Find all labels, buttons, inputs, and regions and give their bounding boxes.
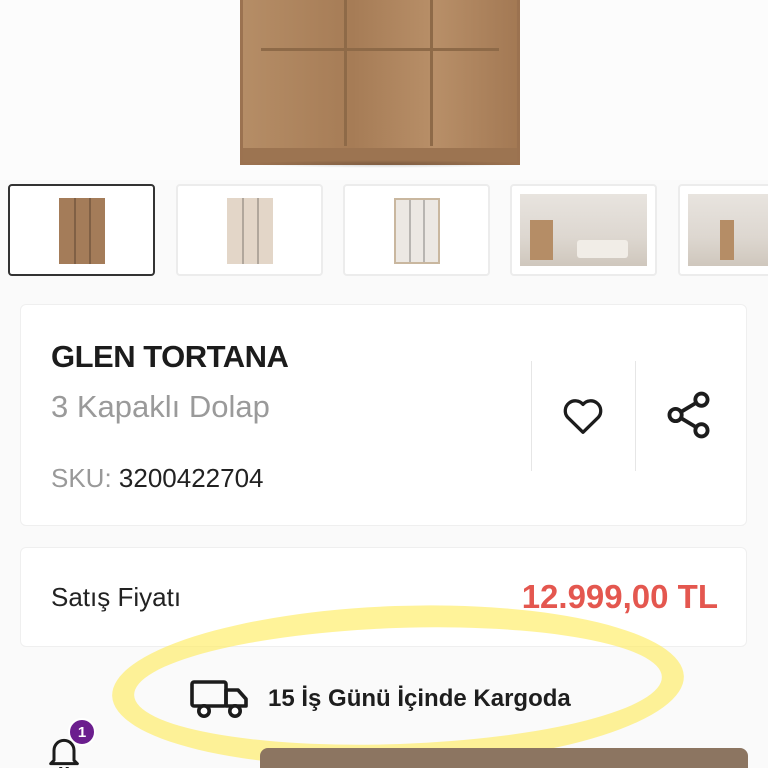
share-icon [667, 391, 710, 439]
divider [635, 361, 636, 471]
heart-icon [563, 399, 603, 434]
truck-icon [190, 680, 248, 718]
share-button[interactable] [665, 391, 713, 439]
sku-value: 3200422704 [118, 463, 264, 493]
thumbnail-4[interactable] [510, 184, 657, 276]
product-sku: SKU: 3200422704 [51, 463, 264, 494]
product-main-image[interactable] [0, 0, 768, 180]
thumbnail-1[interactable] [8, 184, 155, 276]
thumbnail-3[interactable] [343, 184, 490, 276]
shipping-info: 15 İş Günü İçinde Kargoda [190, 678, 571, 720]
thumbnail-5[interactable] [678, 184, 768, 276]
price-label: Satış Fiyatı [51, 582, 182, 612]
notification-badge: 1 [68, 718, 96, 746]
favorite-button[interactable] [559, 391, 607, 439]
shipping-text: 15 İş Günü İçinde Kargoda [268, 685, 571, 712]
price-value: 12.999,00 TL [521, 578, 718, 615]
product-info-card: GLEN TORTANA 3 Kapaklı Dolap SKU: 320042… [20, 304, 747, 526]
price-card: Satış Fiyatı 12.999,00 TL [20, 547, 747, 647]
thumbnail-2[interactable] [176, 184, 323, 276]
divider [531, 361, 532, 471]
add-to-cart-button[interactable] [260, 748, 748, 768]
image-thumbnail-strip [0, 184, 768, 278]
product-subtitle: 3 Kapaklı Dolap [51, 389, 270, 424]
product-brand: GLEN TORTANA [51, 339, 289, 374]
sku-label: SKU: [51, 463, 112, 493]
wardrobe-image [240, 0, 520, 165]
